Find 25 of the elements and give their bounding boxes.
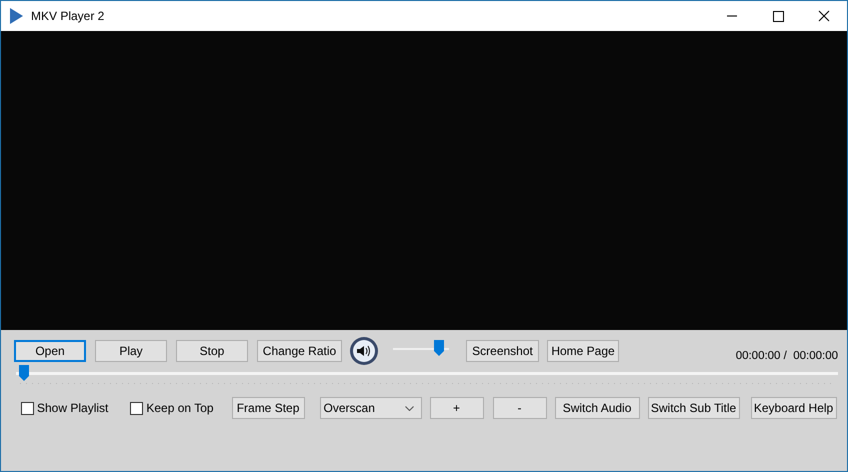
checkbox-label[interactable]: Keep on Top — [146, 401, 214, 415]
button[interactable]: Change Ratio — [257, 340, 342, 362]
button[interactable]: Switch Audio — [554, 397, 640, 419]
button[interactable]: Stop — [176, 340, 248, 362]
button[interactable]: Keyboard Help — [750, 397, 837, 419]
chevron-down-icon — [404, 406, 414, 410]
button[interactable]: + — [430, 397, 484, 419]
button[interactable]: Open — [14, 340, 86, 362]
button[interactable]: Play — [95, 340, 167, 362]
checkbox-label[interactable]: Show Playlist — [37, 401, 108, 415]
seek-slider[interactable] — [16, 365, 838, 387]
slider-thumb[interactable] — [19, 365, 29, 381]
button[interactable]: Frame Step — [232, 397, 305, 419]
speaker-icon[interactable] — [349, 336, 379, 366]
time-display: 00:00:00 / 00:00:00 — [736, 350, 838, 362]
button[interactable]: Screenshot — [466, 340, 539, 362]
dropdown[interactable]: Overscan — [320, 397, 422, 419]
button[interactable]: Switch Sub Title — [648, 397, 740, 419]
checkbox[interactable] — [21, 402, 34, 414]
window-title: MKV Player 2 — [31, 9, 106, 23]
app-logo-icon — [9, 8, 23, 24]
checkbox[interactable] — [130, 402, 144, 414]
slider-thumb[interactable] — [434, 340, 444, 356]
button[interactable]: Home Page — [547, 340, 619, 362]
button[interactable]: - — [492, 397, 547, 419]
